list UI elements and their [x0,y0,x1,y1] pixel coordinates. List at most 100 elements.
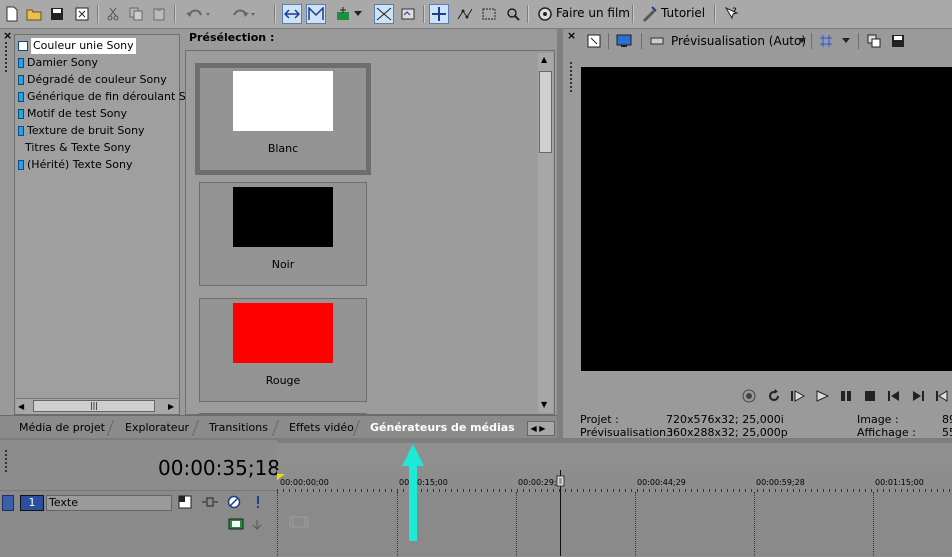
cut-icon[interactable] [103,4,123,24]
solo-icon[interactable] [254,495,262,512]
preset-swatch [233,71,333,131]
track-fx-icon[interactable] [228,517,244,534]
annotation-arrow-icon [402,444,424,545]
open-folder-icon[interactable] [24,4,44,24]
crossfade-icon[interactable] [374,4,394,24]
preview-properties-icon[interactable] [584,31,604,51]
lock-envelopes-icon[interactable] [398,4,418,24]
arrow-down-icon [252,519,262,534]
tab-video-fx[interactable]: Effets vidéo [289,419,354,437]
selection-tool-icon[interactable] [479,4,499,24]
envelope-tool-icon[interactable] [455,4,475,24]
tab-media-generators[interactable]: Générateurs de médias [370,419,515,437]
generator-item[interactable]: Générique de fin déroulant Sony [18,89,206,105]
new-file-icon[interactable] [2,4,22,24]
chevron-down-icon[interactable] [352,4,364,24]
ignore-grouping-icon[interactable] [333,4,353,24]
tutorial-button[interactable]: Tutoriel [661,6,705,20]
auto-ripple-icon[interactable] [282,4,302,24]
whats-this-help-icon[interactable]: ? [721,4,741,24]
track-header[interactable]: 1 Texte [0,490,277,557]
compositing-mode-icon[interactable] [178,495,192,512]
chevron-down-icon[interactable] [795,31,809,51]
generator-icon [18,41,28,51]
copy-snapshot-icon[interactable] [864,31,884,51]
preview-info-bar: Projet : 720x576x32; 25,000i Prévisualis… [580,412,952,439]
tab-transitions[interactable]: Transitions [209,419,268,437]
ruler-label: 00:00:00;00 [280,478,329,487]
generator-item[interactable]: (Hérité) Texte Sony [18,157,132,173]
scroll-left-icon[interactable]: ◀ [18,402,24,411]
generator-item[interactable]: Motif de test Sony [18,106,127,122]
tab-explorer[interactable]: Explorateur [125,419,189,437]
go-to-start-icon[interactable] [886,388,902,407]
vertical-scrollbar[interactable]: ▲ ▼ [538,53,553,413]
ruler-label: 00:00:29; [518,478,557,487]
generator-item[interactable]: Texture de bruit Sony [18,123,145,139]
window-drag-grip[interactable] [569,62,573,94]
track-motion-icon[interactable] [201,495,219,512]
time-ruler[interactable]: 00:00:00;00 00:00:15;00 00:00:29; 00:00:… [277,470,952,493]
zoom-tool-icon[interactable] [503,4,523,24]
scroll-up-icon[interactable]: ▲ [541,55,547,64]
timeline-drag-grip[interactable] [4,450,8,474]
mute-icon[interactable] [227,495,241,512]
properties-icon[interactable] [72,4,92,24]
image-value: 89 [942,413,952,426]
tab-project-media[interactable]: Média de projet [19,419,105,437]
redo-icon[interactable] [229,4,257,24]
close-window-icon[interactable]: × [3,29,12,42]
scroll-thumb[interactable]: ||| [33,400,155,412]
snapping-icon[interactable] [306,4,326,24]
preview-quality-icon[interactable] [647,31,667,51]
close-window-icon[interactable]: × [567,29,576,42]
save-icon[interactable] [47,4,67,24]
transport-controls [741,388,952,404]
save-snapshot-icon[interactable] [888,31,908,51]
undo-icon[interactable] [184,4,212,24]
timecode-display: 00:00:35;18 [158,456,281,480]
loop-icon[interactable] [766,388,782,407]
video-track-lane[interactable] [277,492,952,556]
track-name-field[interactable]: Texte [46,495,172,511]
previous-frame-icon[interactable] [934,388,950,407]
preset-card[interactable]: Noir [199,182,367,286]
generator-item[interactable]: Couleur unie Sony [18,38,136,54]
copy-icon[interactable] [126,4,146,24]
horizontal-scrollbar[interactable]: ◀ ||| ▶ [16,398,178,414]
stop-icon[interactable] [862,388,878,407]
paste-icon[interactable] [149,4,169,24]
scroll-thumb[interactable] [539,71,552,153]
play-icon[interactable] [814,388,830,407]
preset-card[interactable]: Blanc [195,63,371,175]
make-movie-button[interactable]: Faire un film [556,6,630,20]
preview-quality-dropdown[interactable]: Prévisualisation (Auto) [671,34,806,48]
normal-edit-tool-icon[interactable] [429,4,449,24]
go-to-end-icon[interactable] [910,388,926,407]
generator-item[interactable]: Titres & Texte Sony [25,140,131,156]
window-drag-grip[interactable] [4,42,8,74]
scroll-down-icon[interactable]: ▼ [541,400,547,409]
scroll-right-icon[interactable]: ▶ [168,402,174,411]
track-number[interactable]: 1 [20,495,44,511]
svg-text:?: ? [732,7,737,17]
generator-item[interactable]: Damier Sony [18,55,98,71]
window-tab-bar: Média de projet Explorateur Transitions … [0,415,557,439]
pause-icon[interactable] [838,388,854,407]
video-preview-screen[interactable] [581,67,952,371]
preset-card[interactable]: Rouge [199,298,367,402]
playhead-handle[interactable] [556,475,565,492]
play-from-start-icon[interactable] [790,388,806,407]
tutorial-icon[interactable] [639,4,659,24]
chevron-down-icon[interactable] [839,31,853,51]
generator-item[interactable]: Dégradé de couleur Sony [18,72,167,88]
video-placeholder-icon [289,516,309,531]
external-monitor-icon[interactable] [614,31,634,51]
overlays-grid-icon[interactable] [816,31,836,51]
make-movie-icon[interactable] [535,4,555,24]
generator-icon [18,92,24,102]
tab-scroll-buttons[interactable]: ◀ ▶ [527,421,555,436]
track-expand-icon[interactable] [2,495,14,511]
record-icon[interactable] [741,388,757,407]
generator-icon [18,109,24,119]
